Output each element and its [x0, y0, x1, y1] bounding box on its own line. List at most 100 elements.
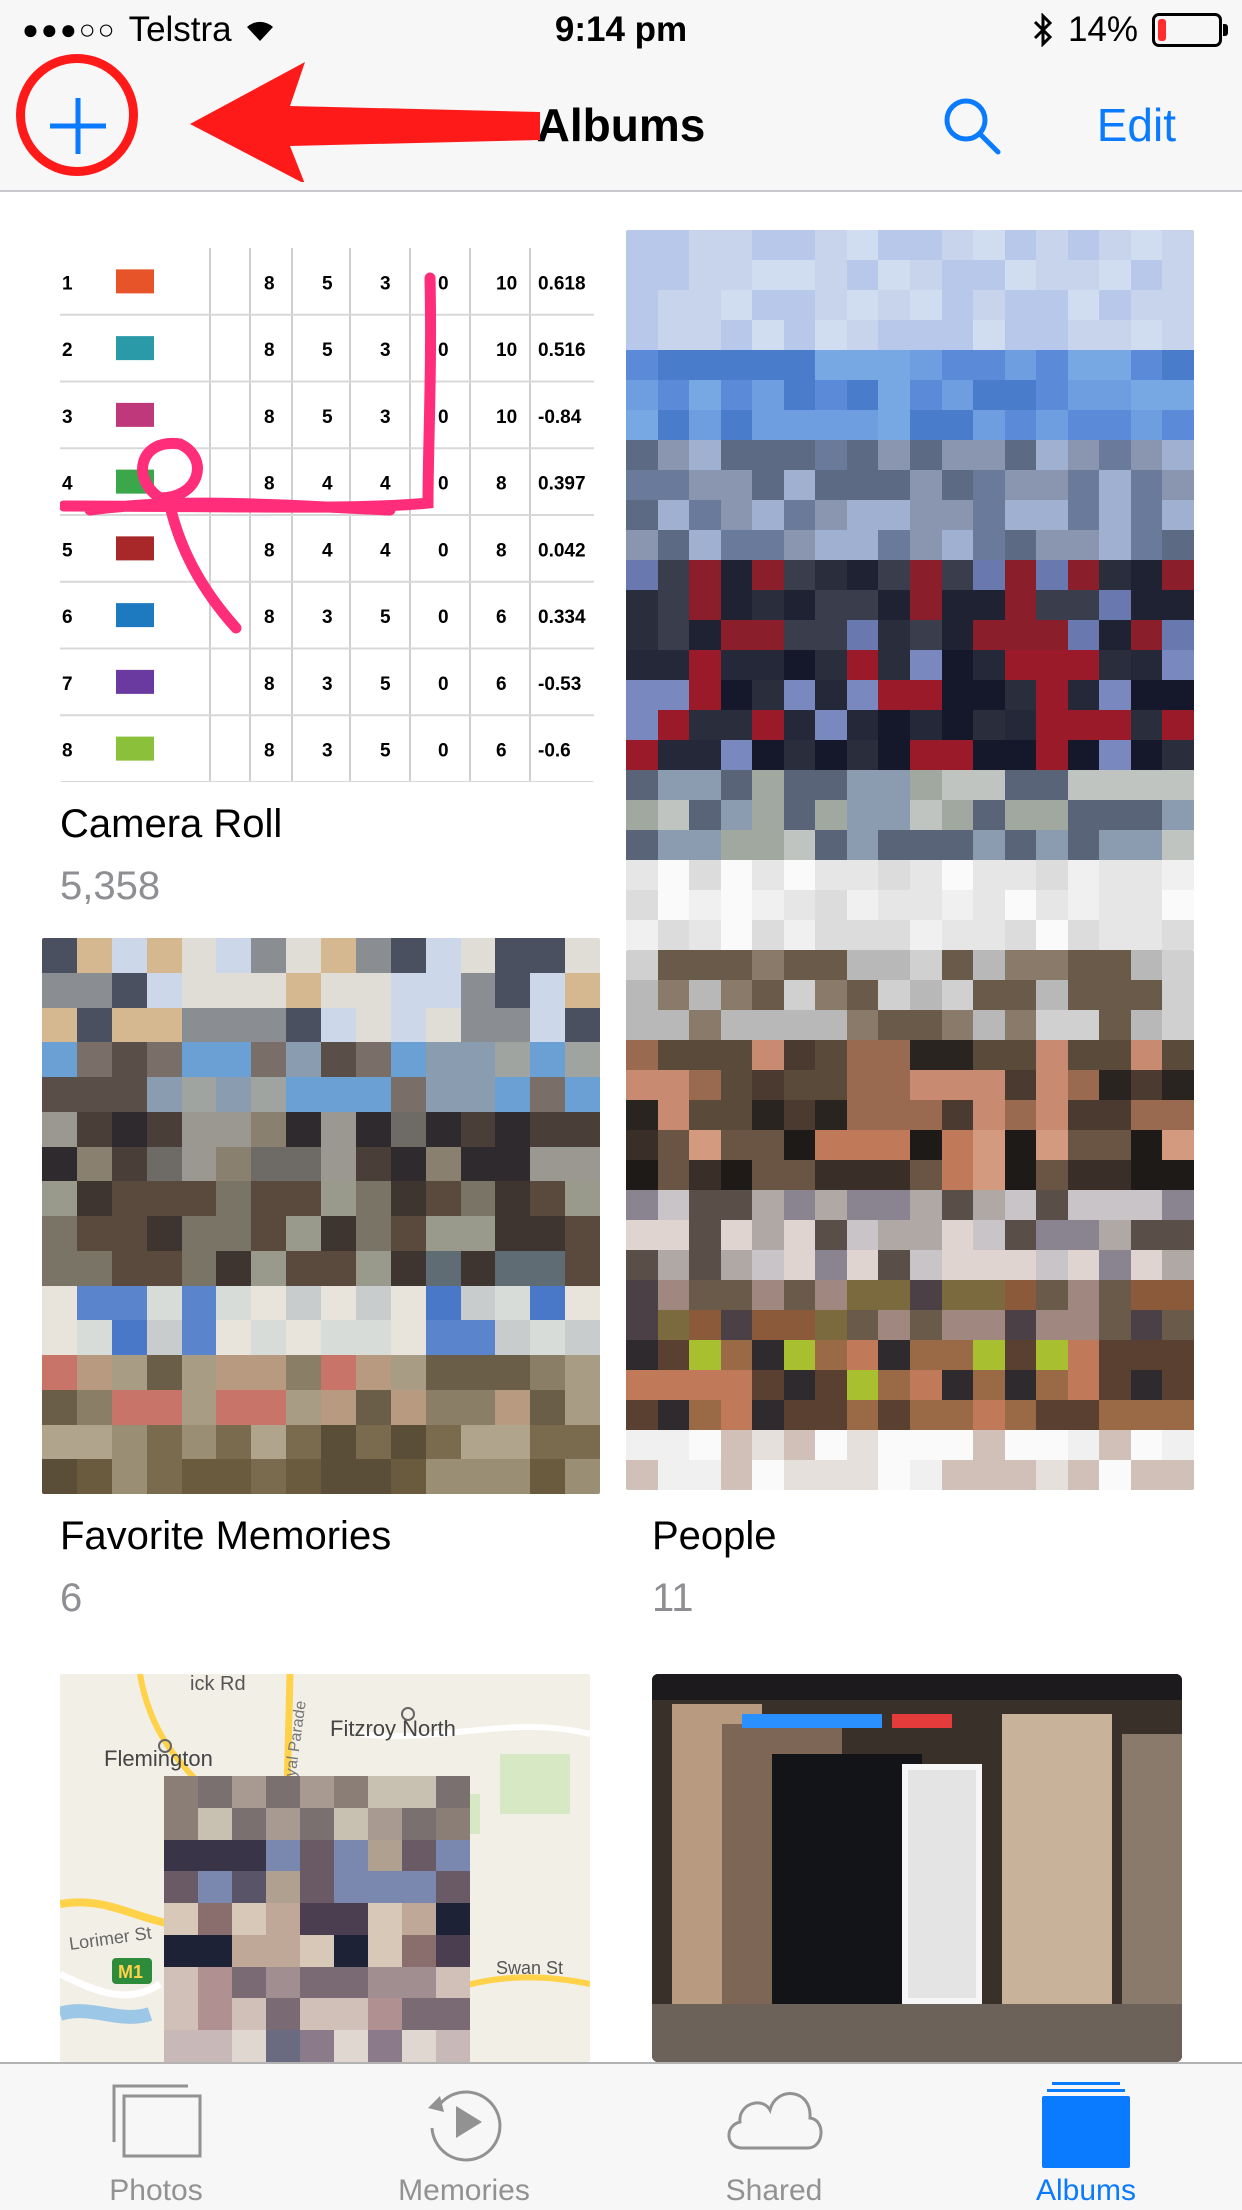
pixel-block	[111, 1459, 147, 1494]
table-cell: 0	[438, 273, 449, 294]
pixel-block	[752, 530, 784, 560]
pixel-block	[530, 1042, 566, 1077]
tab-label: Shared	[725, 2174, 823, 2207]
pixel-block	[1036, 1100, 1068, 1130]
pixel-block	[321, 1250, 356, 1286]
pixel-block	[783, 1280, 816, 1310]
pixel-block	[266, 1807, 300, 1840]
pixel-block	[1099, 290, 1131, 320]
pixel-block	[42, 972, 77, 1008]
pixel-block	[1067, 980, 1100, 1010]
pixel-block	[689, 1400, 721, 1430]
pixel-block	[1130, 770, 1163, 800]
screen-bezel	[652, 1674, 1182, 1700]
pixel-block	[436, 1903, 470, 1935]
pixel-block	[689, 1130, 721, 1160]
pixel-block	[266, 1998, 300, 2031]
pixel-block	[783, 950, 816, 980]
pixel-block	[355, 1320, 391, 1355]
table-cell: 0	[438, 340, 449, 361]
pixel-block	[286, 1007, 321, 1043]
pixel-block	[657, 830, 690, 860]
pixel-block	[390, 1007, 426, 1043]
pixel-block	[321, 1389, 356, 1425]
pixel-block	[1099, 410, 1131, 440]
pixel-block	[1004, 1160, 1037, 1190]
pixel-block	[846, 1400, 879, 1430]
pixel-block	[1099, 320, 1131, 350]
pixel-block	[368, 1871, 402, 1904]
table-cell: 4	[380, 540, 391, 561]
pixel-block	[495, 1042, 531, 1077]
pixel-block	[1036, 890, 1068, 920]
tab-albums[interactable]: Albums	[986, 2064, 1186, 2210]
pixel-block	[321, 1285, 356, 1321]
pixel-block	[1067, 650, 1100, 680]
pixel-block	[1004, 1190, 1037, 1220]
pixel-block	[909, 800, 942, 830]
tab-memories[interactable]: Memories	[364, 2064, 564, 2210]
pixel-block	[460, 972, 496, 1008]
pixel-block	[846, 380, 879, 410]
pixel-block	[1099, 680, 1131, 710]
pixel-block	[783, 500, 816, 530]
pixel-block	[752, 740, 784, 770]
table-cell: 3	[380, 273, 391, 294]
tab-photos[interactable]: Photos	[56, 2064, 256, 2210]
pixel-block	[495, 1389, 531, 1425]
pixel-block	[530, 1320, 566, 1355]
pixel-block	[198, 1776, 232, 1808]
pixel-block	[1162, 230, 1194, 260]
pixel-block	[1099, 530, 1131, 560]
pixel-block	[941, 680, 974, 710]
pixel-block	[565, 1111, 600, 1147]
pixel-block	[402, 1839, 436, 1872]
pixel-block	[846, 830, 879, 860]
pixel-block	[1099, 980, 1131, 1010]
pixel-block	[1099, 740, 1131, 770]
pixel-block	[368, 1776, 402, 1808]
pixel-block	[752, 1040, 784, 1070]
pixel-block	[1162, 1280, 1194, 1310]
pixel-block	[181, 1320, 217, 1355]
pixel-block	[251, 1146, 287, 1182]
pixel-block	[626, 710, 658, 740]
pixel-block	[973, 1190, 1005, 1220]
hud-health-bar	[742, 1714, 882, 1728]
pixel-block	[425, 972, 461, 1008]
pixel-block	[973, 1160, 1005, 1190]
edit-button[interactable]: Edit	[1097, 98, 1176, 152]
pixel-block	[1162, 1460, 1194, 1490]
pixel-block	[232, 2030, 266, 2062]
search-icon[interactable]	[940, 94, 1004, 158]
pixel-block	[1067, 740, 1100, 770]
pixel-block	[286, 1355, 321, 1390]
tab-label: Photos	[109, 2174, 203, 2207]
pixel-block	[390, 1042, 426, 1077]
pixel-block	[1099, 1220, 1131, 1250]
pixel-block	[1036, 380, 1068, 410]
tab-shared[interactable]: Shared	[674, 2064, 874, 2210]
pixel-block	[460, 1459, 496, 1494]
pixel-block	[720, 1250, 753, 1280]
pixel-block	[495, 1250, 531, 1286]
pixel-block	[846, 980, 879, 1010]
map-label: Flemington	[104, 1746, 213, 1771]
pixel-block	[657, 650, 690, 680]
pixel-block	[973, 680, 1005, 710]
pixel-block	[321, 1111, 356, 1147]
pixel-block	[657, 1310, 690, 1340]
pixel-block	[1162, 1250, 1194, 1280]
pixel-block	[689, 530, 721, 560]
pixel-block	[783, 1370, 816, 1400]
album-title: Camera Roll	[60, 802, 283, 846]
pixel-block	[1004, 1310, 1037, 1340]
pixel-block	[973, 650, 1005, 680]
pixel-block	[321, 1459, 356, 1494]
team-logo-icon	[116, 336, 154, 361]
pixel-block	[1004, 440, 1037, 470]
pixel-block	[846, 1460, 879, 1490]
pixel-block	[1036, 710, 1068, 740]
pixel-block	[878, 920, 910, 950]
pixel-block	[909, 560, 942, 590]
